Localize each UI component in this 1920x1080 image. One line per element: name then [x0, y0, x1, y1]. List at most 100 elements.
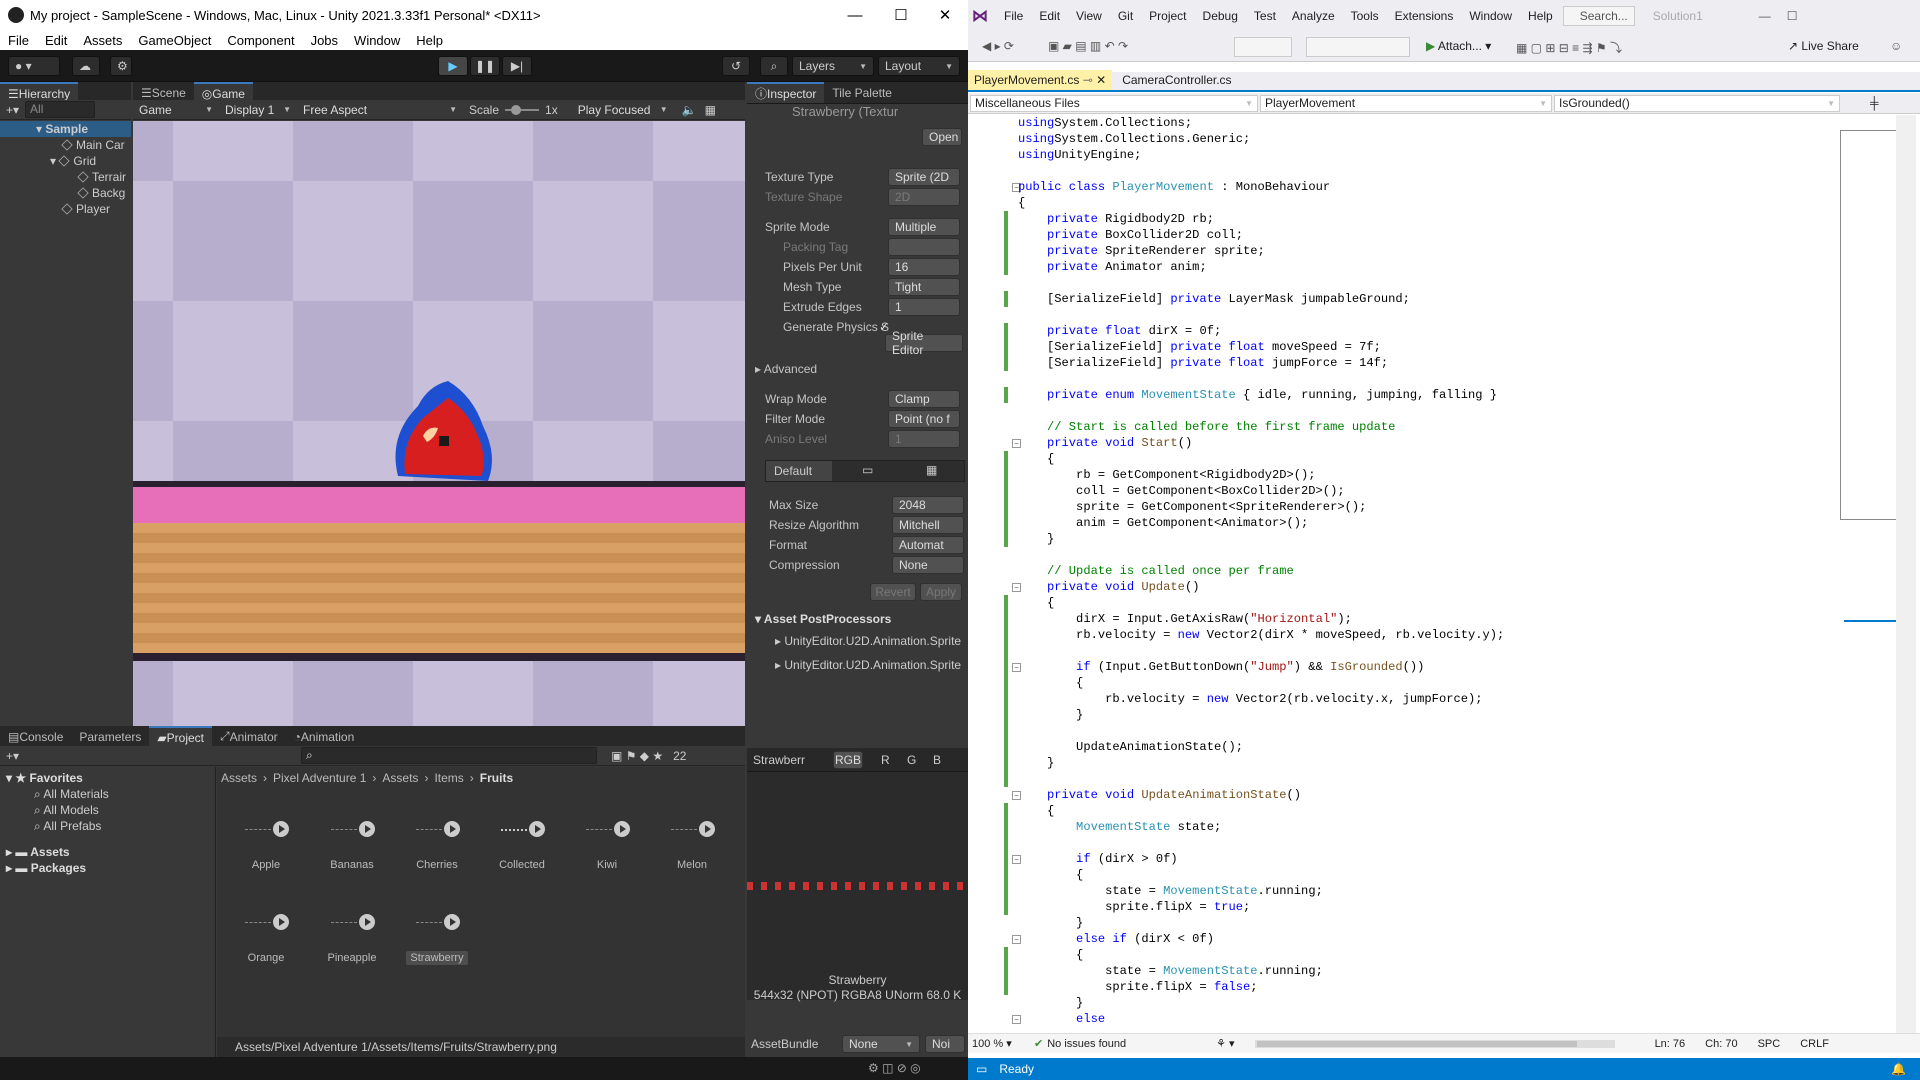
issues-status[interactable]: No issues found [1047, 1038, 1126, 1050]
field-value[interactable]: Mitchell [892, 516, 964, 534]
fav-item[interactable]: ⌕ All Materials [34, 787, 109, 802]
field-value[interactable]: 1 [888, 430, 960, 448]
code-line[interactable]: private SpriteRenderer sprite; [1018, 243, 1803, 259]
vs-menu-tools[interactable]: Tools [1343, 9, 1387, 23]
code-line[interactable]: private Animator anim; [1018, 259, 1803, 275]
menu-component[interactable]: Component [219, 33, 302, 48]
config-dropdown[interactable] [1234, 37, 1292, 57]
field-value[interactable]: Tight [888, 278, 960, 296]
code-line[interactable]: usingSystem.Collections.Generic; [1018, 131, 1803, 147]
code-line[interactable] [1018, 771, 1803, 787]
menu-assets[interactable]: Assets [75, 33, 130, 48]
hierarchy-item-terrain[interactable]: Terrair [0, 169, 131, 185]
history-icon[interactable]: ↺ [722, 56, 750, 76]
account-button[interactable]: ● ▾ [8, 56, 60, 76]
code-line[interactable]: anim = GetComponent<Animator>(); [1018, 515, 1803, 531]
favorites-foldout[interactable]: ▾ ★ Favorites [6, 771, 83, 785]
code-line[interactable]: usingSystem.Collections; [1018, 115, 1803, 131]
split-icon[interactable]: ╪ [1870, 96, 1879, 110]
menu-file[interactable]: File [0, 33, 37, 48]
code-line[interactable]: UpdateAnimationState(); [1018, 739, 1803, 755]
horizontal-scrollbar[interactable] [1254, 1039, 1615, 1048]
project-dropdown[interactable]: Miscellaneous Files ▼ [970, 94, 1258, 112]
advanced-foldout[interactable]: ▸ Advanced [755, 362, 817, 376]
asset-pineapple[interactable]: Pineapple [317, 912, 387, 964]
play-icon[interactable] [359, 914, 375, 930]
breadcrumb-item[interactable]: Pixel Adventure 1 [273, 771, 366, 785]
pause-button[interactable]: ❚❚ [470, 56, 500, 76]
game-mode-dropdown[interactable]: Game ▼ [133, 100, 219, 119]
code-line[interactable]: coll = GetComponent<BoxCollider2D>(); [1018, 483, 1803, 499]
play-icon[interactable] [359, 821, 375, 837]
code-line[interactable] [1018, 371, 1803, 387]
attach-button[interactable]: ▶ Attach... ▾ [1426, 39, 1491, 53]
code-line[interactable]: private enum MovementState { idle, runni… [1018, 387, 1803, 403]
code-line[interactable]: if (Input.GetButtonDown("Jump") && IsGro… [1018, 659, 1803, 675]
postprocessor-item[interactable]: ▸ UnityEditor.U2D.Animation.Sprite [775, 658, 965, 672]
code-line[interactable]: // Start is called before the first fram… [1018, 419, 1803, 435]
tab-parameters[interactable]: Parameters [71, 726, 149, 747]
stats-icon[interactable]: ▦ [705, 103, 716, 117]
notification-bell-icon[interactable]: 🔔 [1891, 1062, 1906, 1076]
display-dropdown[interactable]: Display 1 ▼ [219, 100, 297, 119]
channel-rgb[interactable]: RGB [833, 751, 863, 769]
vs-menu-extensions[interactable]: Extensions [1387, 9, 1462, 23]
play-button[interactable]: ▶ [438, 56, 468, 76]
asset-kiwi[interactable]: Kiwi [572, 819, 642, 871]
code-line[interactable] [1018, 307, 1803, 323]
open-button[interactable]: Open [922, 128, 962, 146]
play-icon[interactable] [699, 821, 715, 837]
code-line[interactable] [1018, 403, 1803, 419]
vs-menu-test[interactable]: Test [1246, 9, 1284, 23]
code-line[interactable]: state = MovementState.running; [1018, 883, 1803, 899]
code-line[interactable] [1018, 643, 1803, 659]
code-line[interactable]: public class PlayerMovement : MonoBehavi… [1018, 179, 1803, 195]
fav-item[interactable]: ⌕ All Models [34, 803, 99, 818]
code-line[interactable]: [SerializeField] private float jumpForce… [1018, 355, 1803, 371]
file-toolbar-icons[interactable]: ▣ ▰ ▤ ▥ ↶ ↷ [1048, 39, 1128, 53]
liveshare-button[interactable]: ↗ Live Share [1788, 39, 1859, 53]
platform-dropdown[interactable] [1306, 37, 1410, 57]
hierarchy-item-grid[interactable]: ▾ Grid [0, 153, 131, 169]
scale-slider[interactable] [505, 104, 540, 115]
maximize-icon[interactable]: ☐ [878, 0, 924, 30]
code-line[interactable]: private void Update() [1018, 579, 1803, 595]
code-line[interactable]: } [1018, 755, 1803, 771]
vertical-scrollbar[interactable] [1896, 115, 1916, 1033]
asset-cherries[interactable]: Cherries [402, 819, 472, 871]
breadcrumb-item[interactable]: Items [434, 771, 463, 785]
code-line[interactable] [1018, 275, 1803, 291]
field-value[interactable]: 16 [888, 258, 960, 276]
code-line[interactable]: dirX = Input.GetAxisRaw("Horizontal"); [1018, 611, 1803, 627]
code-line[interactable]: { [1018, 803, 1803, 819]
settings-gear-icon[interactable]: ⚙ [110, 56, 132, 76]
tab-console[interactable]: ▤ Console [0, 726, 71, 747]
hierarchy-item-scene[interactable]: ▾ Sample [0, 121, 131, 137]
tab-animation[interactable]: ◔ Animation [286, 726, 363, 747]
code-line[interactable]: [SerializeField] private float moveSpeed… [1018, 339, 1803, 355]
revert-button[interactable]: Revert [870, 583, 916, 601]
folder-assets[interactable]: ▸ ▬ Assets [6, 845, 70, 859]
code-editor[interactable]: usingSystem.Collections; usingSystem.Coll… [1018, 115, 1803, 1035]
channel-b[interactable]: B [933, 753, 941, 767]
folder-packages[interactable]: ▸ ▬ Packages [6, 861, 86, 875]
assetbundle-dropdown[interactable]: None ▼ [842, 1035, 920, 1053]
class-dropdown[interactable]: PlayerMovement ▼ [1260, 94, 1552, 112]
code-line[interactable]: if (dirX > 0f) [1018, 851, 1803, 867]
grid-icon[interactable]: ▦ [926, 463, 937, 477]
code-line[interactable]: usingUnityEngine; [1018, 147, 1803, 163]
brush-icon[interactable]: ⚘ ▾ [1216, 1037, 1234, 1050]
code-line[interactable]: private void UpdateAnimationState() [1018, 787, 1803, 803]
sprite-editor-button[interactable]: Sprite Editor [885, 329, 963, 357]
code-line[interactable]: rb.velocity = new Vector2(rb.velocity.x,… [1018, 691, 1803, 707]
status-icons[interactable]: ⚙ ◫ ⊘ ◎ [868, 1061, 921, 1075]
field-value[interactable]: 1 [888, 298, 960, 316]
field-value[interactable]: Multiple [888, 218, 960, 236]
code-line[interactable] [1018, 547, 1803, 563]
menu-edit[interactable]: Edit [37, 33, 75, 48]
pin-icon[interactable]: ⊸ [1083, 73, 1093, 87]
tab-cameracontroller[interactable]: CameraController.cs [1116, 70, 1237, 90]
postprocessor-item[interactable]: ▸ UnityEditor.U2D.Animation.Sprite [775, 634, 965, 648]
breadcrumb-current[interactable]: Fruits [480, 771, 513, 785]
channel-r[interactable]: R [881, 753, 890, 767]
